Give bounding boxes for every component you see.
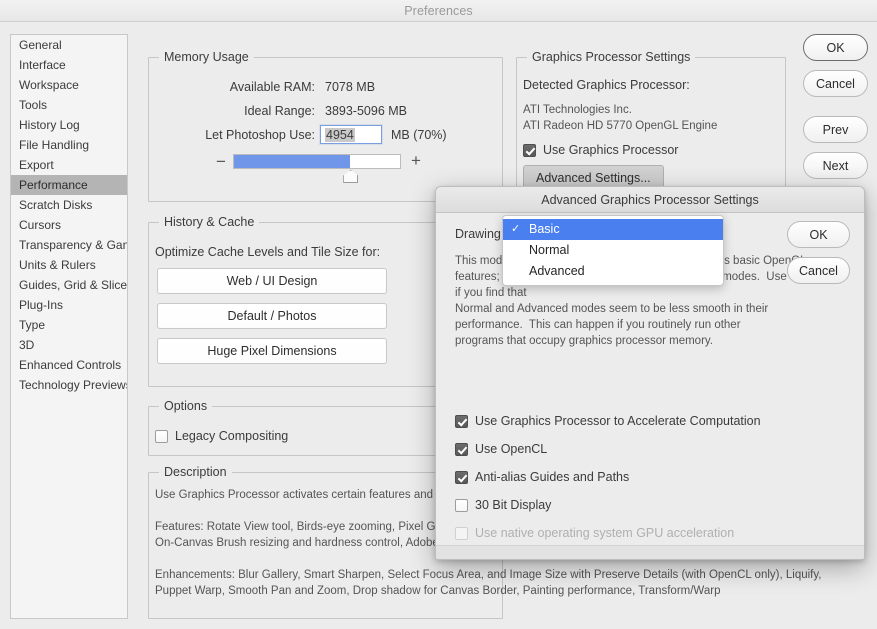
- memory-slider-track[interactable]: [233, 154, 401, 169]
- window-titlebar: Preferences: [0, 0, 877, 22]
- use-graphics-processor-checkbox[interactable]: [523, 143, 536, 157]
- drawing-mode-option-label: Advanced: [529, 264, 585, 278]
- legacy-compositing-checkbox-row[interactable]: Legacy Compositing: [155, 429, 288, 443]
- advanced-dialog-footer: [436, 545, 864, 559]
- sidebar-item-units-rulers[interactable]: Units & Rulers: [11, 255, 127, 275]
- sidebar-item-tools[interactable]: Tools: [11, 95, 127, 115]
- memory-slider-fill: [234, 155, 351, 168]
- sidebar-item-guides-grid-slices[interactable]: Guides, Grid & Slices: [11, 275, 127, 295]
- sidebar-item-history-log[interactable]: History Log: [11, 115, 127, 135]
- sidebar-item-3d[interactable]: 3D: [11, 335, 127, 355]
- advanced-option-checkbox[interactable]: [455, 442, 468, 456]
- drawing-mode-option-basic[interactable]: ✓ Basic: [503, 219, 723, 240]
- advanced-dialog-ok-button[interactable]: OK: [787, 221, 850, 248]
- advanced-option-label: Use native operating system GPU accelera…: [475, 526, 735, 540]
- options-legend: Options: [159, 399, 213, 413]
- drawing-mode-options-popup[interactable]: ✓ Basic Normal Advanced: [502, 215, 724, 286]
- advanced-option-checkbox[interactable]: [455, 498, 468, 512]
- advanced-option-checkbox[interactable]: [455, 470, 468, 484]
- advanced-option-label: 30 Bit Display: [475, 498, 552, 512]
- advanced-option-use-graphics-processor-to-accelerate-computation-row[interactable]: Use Graphics Processor to Accelerate Com…: [455, 414, 761, 428]
- advanced-option-use-opencl-row[interactable]: Use OpenCL: [455, 442, 547, 456]
- advanced-dialog-title: Advanced Graphics Processor Settings: [541, 192, 759, 207]
- advanced-option-30-bit-display-row[interactable]: 30 Bit Display: [455, 498, 551, 512]
- sidebar-item-general[interactable]: General: [11, 35, 127, 55]
- memory-usage-legend: Memory Usage: [159, 50, 254, 64]
- memory-slider-increase-button[interactable]: +: [411, 152, 421, 169]
- drawing-mode-option-normal[interactable]: Normal: [503, 240, 723, 261]
- advanced-option-use-native-operating-system-gpu-acceleration-row: Use native operating system GPU accelera…: [455, 526, 734, 540]
- use-graphics-processor-label: Use Graphics Processor: [543, 143, 679, 157]
- history-cache-legend: History & Cache: [159, 215, 260, 229]
- memory-unit-percent-label: MB (70%): [391, 128, 447, 142]
- window-title: Preferences: [404, 3, 473, 18]
- memory-amount-input[interactable]: 4954: [320, 125, 382, 144]
- advanced-dialog-titlebar: Advanced Graphics Processor Settings: [436, 187, 864, 213]
- advanced-option-label: Anti-alias Guides and Paths: [475, 470, 630, 484]
- ok-button[interactable]: OK: [803, 34, 868, 61]
- advanced-option-checkbox: [455, 526, 468, 540]
- advanced-option-label: Use Graphics Processor to Accelerate Com…: [475, 414, 761, 428]
- gpu-vendor-text: ATI Technologies Inc.: [523, 104, 632, 116]
- cache-preset-web-ui-button[interactable]: Web / UI Design: [157, 268, 387, 294]
- sidebar-item-plug-ins[interactable]: Plug-Ins: [11, 295, 127, 315]
- sidebar-item-enhanced-controls[interactable]: Enhanced Controls: [11, 355, 127, 375]
- cancel-button[interactable]: Cancel: [803, 70, 868, 97]
- advanced-option-label: Use OpenCL: [475, 442, 548, 456]
- gpu-device-text: ATI Radeon HD 5770 OpenGL Engine: [523, 120, 718, 132]
- prev-button[interactable]: Prev: [803, 116, 868, 143]
- cache-preset-huge-pixel-button[interactable]: Huge Pixel Dimensions: [157, 338, 387, 364]
- drawing-mode-option-label: Normal: [529, 243, 570, 257]
- preferences-category-list[interactable]: General Interface Workspace Tools History Lo…: [10, 34, 128, 619]
- memory-amount-value: 4954: [325, 127, 355, 142]
- sidebar-item-performance[interactable]: Performance: [11, 175, 127, 195]
- legacy-compositing-checkbox[interactable]: [155, 429, 168, 443]
- advanced-option-anti-alias-guides-and-paths-row[interactable]: Anti-alias Guides and Paths: [455, 470, 629, 484]
- legacy-compositing-label: Legacy Compositing: [175, 429, 289, 443]
- gpu-settings-legend: Graphics Processor Settings: [527, 50, 696, 64]
- graphics-processor-settings-group: Graphics Processor Settings Detected Gra…: [516, 50, 786, 202]
- optimize-cache-label: Optimize Cache Levels and Tile Size for:: [155, 245, 381, 259]
- sidebar-item-transparency-gamut[interactable]: Transparency & Gamut: [11, 235, 127, 255]
- ideal-range-label: Ideal Range:: [244, 104, 315, 118]
- advanced-dialog-cancel-button[interactable]: Cancel: [787, 257, 850, 284]
- sidebar-item-type[interactable]: Type: [11, 315, 127, 335]
- let-photoshop-use-label: Let Photoshop Use:: [205, 128, 315, 142]
- description-legend: Description: [159, 465, 232, 479]
- sidebar-item-interface[interactable]: Interface: [11, 55, 127, 75]
- next-button[interactable]: Next: [803, 152, 868, 179]
- cache-preset-default-photos-button[interactable]: Default / Photos: [157, 303, 387, 329]
- sidebar-item-file-handling[interactable]: File Handling: [11, 135, 127, 155]
- sidebar-item-scratch-disks[interactable]: Scratch Disks: [11, 195, 127, 215]
- advanced-graphics-processor-settings-dialog: Advanced Graphics Processor Settings Dra…: [435, 186, 865, 560]
- drawing-mode-option-advanced[interactable]: Advanced: [503, 261, 723, 282]
- available-ram-label: Available RAM:: [229, 80, 315, 94]
- drawing-mode-option-label: Basic: [529, 222, 560, 236]
- ideal-range-value: 3893-5096 MB: [325, 104, 408, 118]
- sidebar-item-technology-previews[interactable]: Technology Previews: [11, 375, 127, 395]
- sidebar-item-cursors[interactable]: Cursors: [11, 215, 127, 235]
- use-graphics-processor-checkbox-row[interactable]: Use Graphics Processor: [523, 143, 678, 157]
- advanced-option-checkbox[interactable]: [455, 414, 468, 428]
- available-ram-value: 7078 MB: [325, 80, 376, 94]
- memory-usage-group: Memory Usage Available RAM: 7078 MB Idea…: [148, 50, 503, 202]
- sidebar-item-export[interactable]: Export: [11, 155, 127, 175]
- preferences-window: Preferences General Interface Workspace Too…: [0, 0, 877, 629]
- sidebar-item-workspace[interactable]: Workspace: [11, 75, 127, 95]
- detected-gpu-label: Detected Graphics Processor:: [523, 78, 690, 92]
- check-icon: ✓: [511, 223, 521, 235]
- memory-slider-decrease-button[interactable]: −: [216, 153, 226, 170]
